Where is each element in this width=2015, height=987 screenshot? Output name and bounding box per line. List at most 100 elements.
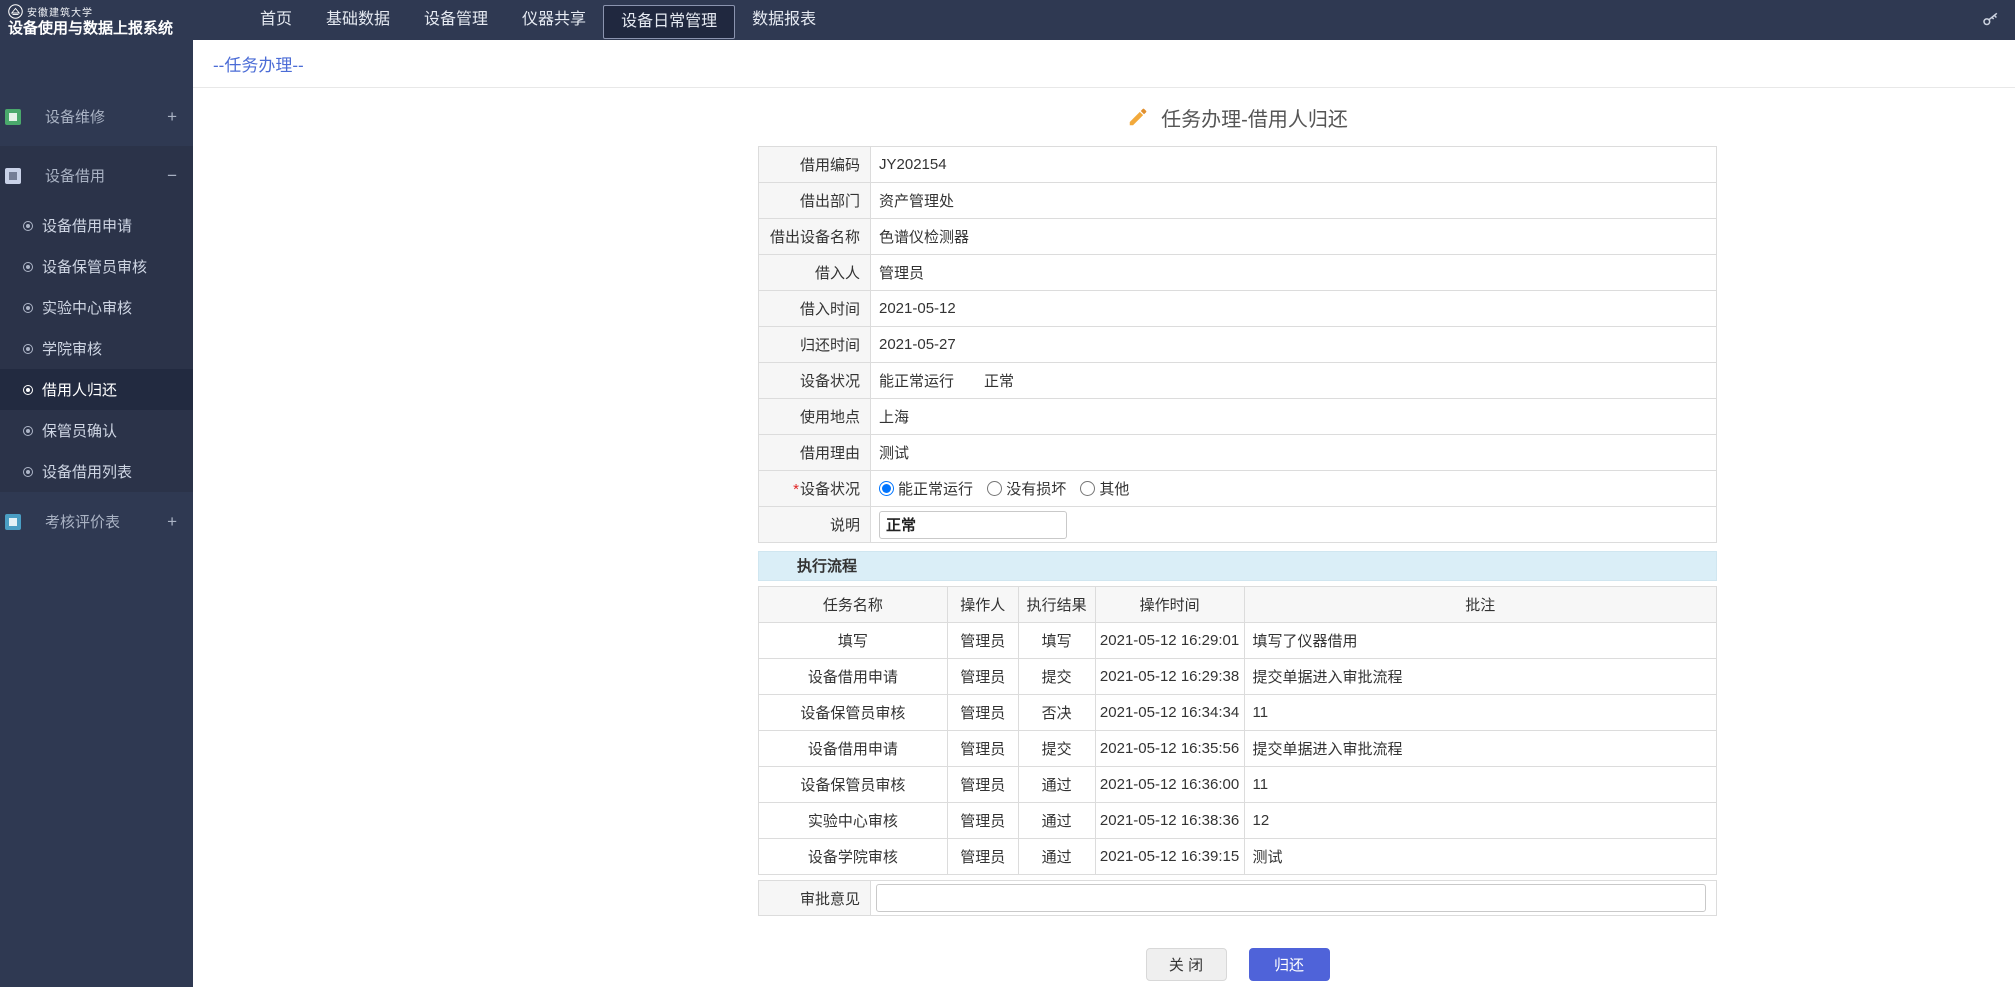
- sidebar-item-borrow-list[interactable]: 设备借用列表: [0, 451, 193, 492]
- field-label: 借入人: [759, 255, 871, 291]
- table-row: 填写 管理员 填写 2021-05-12 16:29:01 填写了仪器借用: [759, 623, 1717, 659]
- col-header-operator: 操作人: [947, 587, 1018, 623]
- key-icon[interactable]: [1981, 10, 2001, 30]
- nav-item-instrument-share[interactable]: 仪器共享: [505, 0, 603, 40]
- sidebar-item-label: 设备借用申请: [42, 215, 132, 236]
- cell-time: 2021-05-12 16:29:01: [1095, 623, 1244, 659]
- sidebar-item-labcenter-review[interactable]: 实验中心审核: [0, 287, 193, 328]
- field-label: 审批意见: [759, 881, 871, 915]
- table-row: 借出设备名称 色谱仪检测器: [759, 219, 1717, 255]
- sidebar-item-label: 设备保管员审核: [42, 256, 147, 277]
- field-value-lending-dept: 资产管理处: [871, 183, 1717, 219]
- radio-label: 能正常运行: [898, 478, 973, 499]
- flow-header-row: 任务名称 操作人 执行结果 操作时间 批注: [759, 587, 1717, 623]
- table-row: 设备状况 能正常运行 正常: [759, 363, 1717, 399]
- nav-item-home[interactable]: 首页: [243, 0, 309, 40]
- pencil-icon: [1127, 106, 1149, 128]
- radio-label: 没有损坏: [1006, 478, 1066, 499]
- table-row: 设备借用申请 管理员 提交 2021-05-12 16:35:56 提交单据进入…: [759, 731, 1717, 767]
- cell-task: 设备保管员审核: [759, 767, 948, 803]
- sidebar-item-custodian-review[interactable]: 设备保管员审核: [0, 246, 193, 287]
- nav-item-device-mgmt[interactable]: 设备管理: [407, 0, 505, 40]
- field-label: 借用编码: [759, 147, 871, 183]
- cell-task: 实验中心审核: [759, 803, 948, 839]
- cell-result: 通过: [1018, 803, 1095, 839]
- sidebar-item-borrow-apply[interactable]: 设备借用申请: [0, 205, 193, 246]
- table-row: 设备保管员审核 管理员 否决 2021-05-12 16:34:34 11: [759, 695, 1717, 731]
- bullet-icon: [23, 262, 33, 272]
- cell-comment: 11: [1244, 767, 1716, 803]
- sidebar-section-repair[interactable]: 设备维修 +: [0, 87, 193, 146]
- field-value-borrow-date: 2021-05-12: [871, 291, 1717, 327]
- nav-item-daily-mgmt[interactable]: 设备日常管理: [603, 5, 735, 39]
- sidebar-section-borrow[interactable]: 设备借用 −: [0, 146, 193, 205]
- expand-icon[interactable]: +: [167, 107, 177, 127]
- table-row: 使用地点 上海: [759, 399, 1717, 435]
- radio-option-no-damage[interactable]: 没有损坏: [987, 478, 1066, 499]
- table-row: 设备保管员审核 管理员 通过 2021-05-12 16:36:00 11: [759, 767, 1717, 803]
- bullet-icon: [23, 385, 33, 395]
- university-seal-icon: [8, 4, 23, 19]
- execution-flow-table: 任务名称 操作人 执行结果 操作时间 批注 填写 管理员 填写 2021-05-: [758, 586, 1717, 875]
- cell-task: 填写: [759, 623, 948, 659]
- bullet-icon: [23, 344, 33, 354]
- cell-task: 设备借用申请: [759, 659, 948, 695]
- sidebar-group-borrow: 设备借用 − 设备借用申请 设备保管员审核 实验中心审核 学院审核: [0, 146, 193, 492]
- field-label: 借用理由: [759, 435, 871, 471]
- cell-time: 2021-05-12 16:38:36: [1095, 803, 1244, 839]
- form-title-row: 任务办理-借用人归还: [758, 104, 1717, 130]
- note-input[interactable]: [879, 511, 1067, 539]
- bullet-icon: [23, 426, 33, 436]
- table-row: 借入人 管理员: [759, 255, 1717, 291]
- cell-time: 2021-05-12 16:36:00: [1095, 767, 1244, 803]
- field-label: 使用地点: [759, 399, 871, 435]
- table-row-note: 说明: [759, 507, 1717, 543]
- expand-icon[interactable]: +: [167, 512, 177, 532]
- cell-time: 2021-05-12 16:29:38: [1095, 659, 1244, 695]
- repair-module-icon: [5, 109, 21, 125]
- cell-operator: 管理员: [947, 839, 1018, 875]
- field-value-borrower: 管理员: [871, 255, 1717, 291]
- cell-task: 设备保管员审核: [759, 695, 948, 731]
- collapse-icon[interactable]: −: [167, 166, 177, 186]
- sidebar-item-custodian-confirm[interactable]: 保管员确认: [0, 410, 193, 451]
- cell-operator: 管理员: [947, 803, 1018, 839]
- device-status-radio-group: 能正常运行 没有损坏 其他: [871, 471, 1717, 507]
- cell-time: 2021-05-12 16:35:56: [1095, 731, 1244, 767]
- cell-comment: 12: [1244, 803, 1716, 839]
- nav-item-reports[interactable]: 数据报表: [735, 0, 833, 40]
- radio-other[interactable]: [1080, 481, 1095, 496]
- cell-comment: 测试: [1244, 839, 1716, 875]
- approval-opinion-input[interactable]: [876, 884, 1706, 912]
- sidebar-section-label: 设备维修: [45, 106, 167, 127]
- cell-task: 设备借用申请: [759, 731, 948, 767]
- field-label: 借出设备名称: [759, 219, 871, 255]
- field-label: 说明: [759, 507, 871, 543]
- bullet-icon: [23, 467, 33, 477]
- radio-option-can-run[interactable]: 能正常运行: [879, 478, 973, 499]
- cell-operator: 管理员: [947, 659, 1018, 695]
- radio-label: 其他: [1099, 478, 1129, 499]
- return-button[interactable]: 归还: [1249, 948, 1330, 981]
- brand-block: 安徽建筑大学 设备使用与数据上报系统: [0, 0, 193, 40]
- table-row: 设备借用申请 管理员 提交 2021-05-12 16:29:38 提交单据进入…: [759, 659, 1717, 695]
- radio-no-damage[interactable]: [987, 481, 1002, 496]
- sidebar-section-evaluation[interactable]: 考核评价表 +: [0, 492, 193, 551]
- cell-operator: 管理员: [947, 731, 1018, 767]
- nav-item-base-data[interactable]: 基础数据: [309, 0, 407, 40]
- sidebar-item-college-review[interactable]: 学院审核: [0, 328, 193, 369]
- close-button[interactable]: 关 闭: [1146, 948, 1227, 981]
- sidebar-item-label: 学院审核: [42, 338, 102, 359]
- cell-comment: 提交单据进入审批流程: [1244, 659, 1716, 695]
- radio-option-other[interactable]: 其他: [1080, 478, 1129, 499]
- radio-can-run[interactable]: [879, 481, 894, 496]
- page-breadcrumb: --任务办理--: [193, 40, 2015, 88]
- table-row: 设备学院审核 管理员 通过 2021-05-12 16:39:15 测试: [759, 839, 1717, 875]
- cell-comment: 提交单据进入审批流程: [1244, 731, 1716, 767]
- sidebar-item-borrower-return[interactable]: 借用人归还: [0, 369, 193, 410]
- col-header-comment: 批注: [1244, 587, 1716, 623]
- action-buttons: 关 闭 归还: [758, 948, 1717, 981]
- top-nav: 首页 基础数据 设备管理 仪器共享 设备日常管理 数据报表: [243, 0, 833, 40]
- bullet-icon: [23, 303, 33, 313]
- cell-time: 2021-05-12 16:34:34: [1095, 695, 1244, 731]
